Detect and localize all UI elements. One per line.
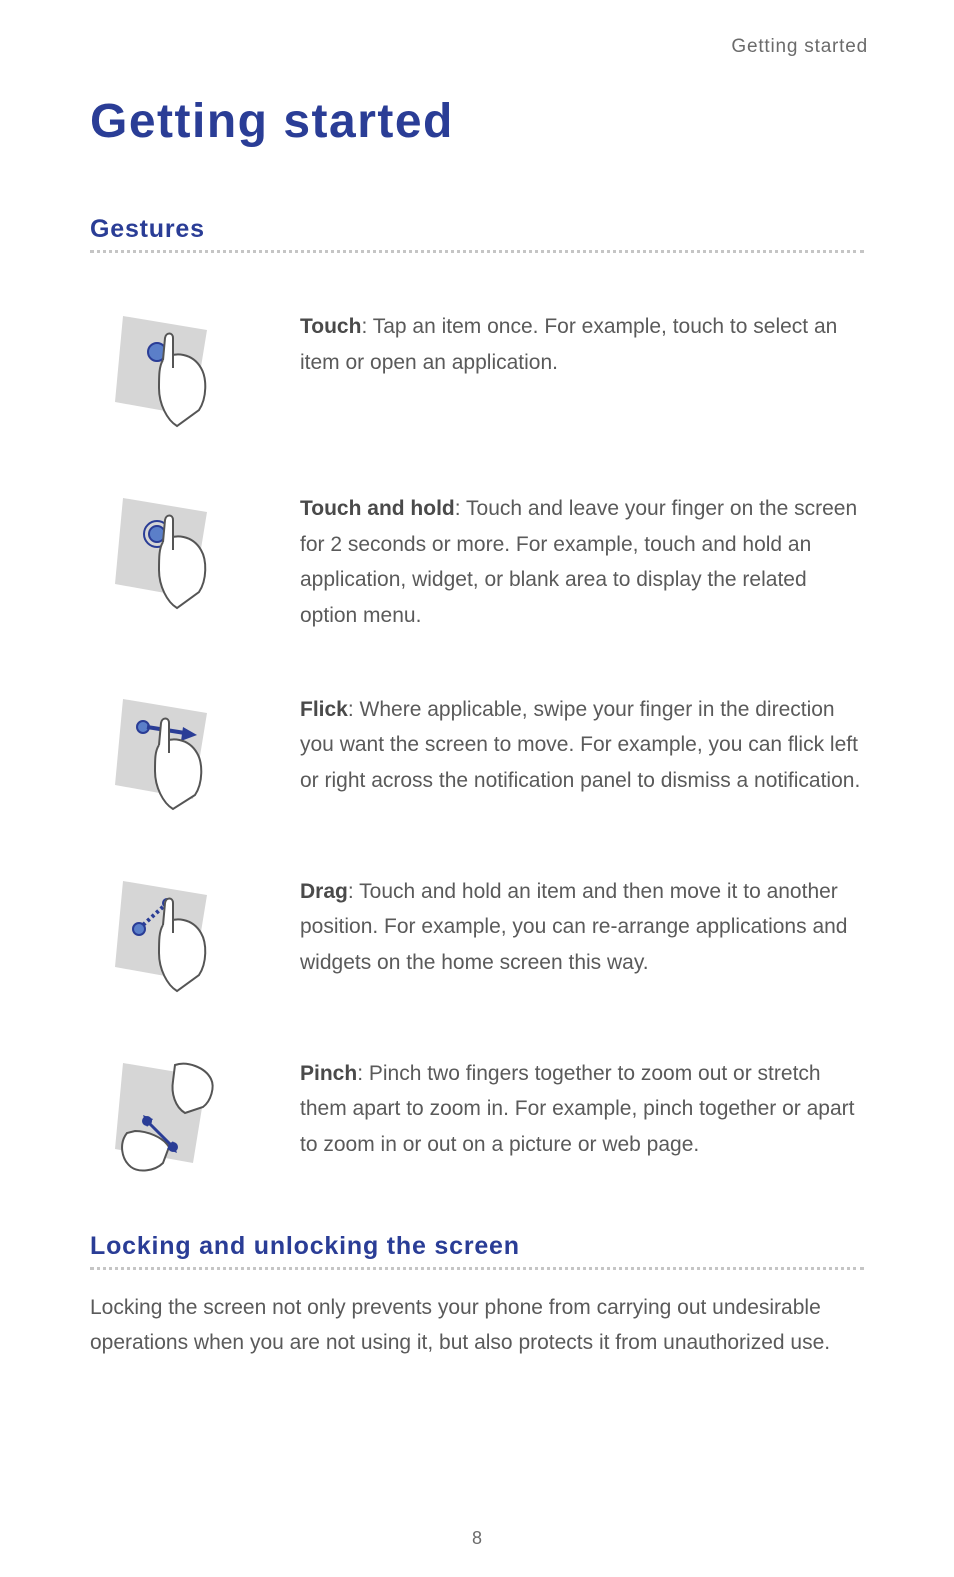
section-heading-locking: Locking and unlocking the screen <box>90 1232 864 1261</box>
gesture-touch-hold-text: Touch and hold: Touch and leave your fin… <box>300 485 864 634</box>
gesture-term: Flick <box>300 698 348 721</box>
gesture-desc: : Where applicable, swipe your finger in… <box>300 698 860 792</box>
touch-hold-gesture-icon <box>110 485 240 615</box>
divider <box>90 1267 864 1270</box>
gesture-drag-text: Drag: Touch and hold an item and then mo… <box>300 868 864 981</box>
gesture-desc: : Tap an item once. For example, touch t… <box>300 315 837 374</box>
gesture-touch-hold: Touch and hold: Touch and leave your fin… <box>90 485 864 634</box>
divider <box>90 250 864 253</box>
page-number: 8 <box>0 1528 954 1549</box>
breadcrumb: Getting started <box>90 36 868 58</box>
flick-gesture-icon <box>110 686 240 816</box>
gesture-flick-text: Flick: Where applicable, swipe your fing… <box>300 686 864 799</box>
gesture-flick: Flick: Where applicable, swipe your fing… <box>90 686 864 816</box>
gesture-drag: Drag: Touch and hold an item and then mo… <box>90 868 864 998</box>
gesture-term: Touch <box>300 315 361 338</box>
drag-gesture-icon <box>110 868 240 998</box>
gesture-pinch: Pinch: Pinch two fingers together to zoo… <box>90 1050 864 1180</box>
locking-body-text: Locking the screen not only prevents you… <box>90 1290 864 1361</box>
page-title: Getting started <box>90 94 864 149</box>
section-heading-gestures: Gestures <box>90 215 864 244</box>
gesture-touch-text: Touch: Tap an item once. For example, to… <box>300 303 864 380</box>
gesture-term: Touch and hold <box>300 497 455 520</box>
pinch-gesture-icon <box>110 1050 240 1180</box>
gesture-desc: : Pinch two fingers together to zoom out… <box>300 1062 854 1156</box>
gesture-touch: Touch: Tap an item once. For example, to… <box>90 303 864 433</box>
gesture-term: Pinch <box>300 1062 357 1085</box>
gesture-desc: : Touch and hold an item and then move i… <box>300 880 847 974</box>
gesture-pinch-text: Pinch: Pinch two fingers together to zoo… <box>300 1050 864 1163</box>
gesture-term: Drag <box>300 880 348 903</box>
touch-gesture-icon <box>110 303 240 433</box>
